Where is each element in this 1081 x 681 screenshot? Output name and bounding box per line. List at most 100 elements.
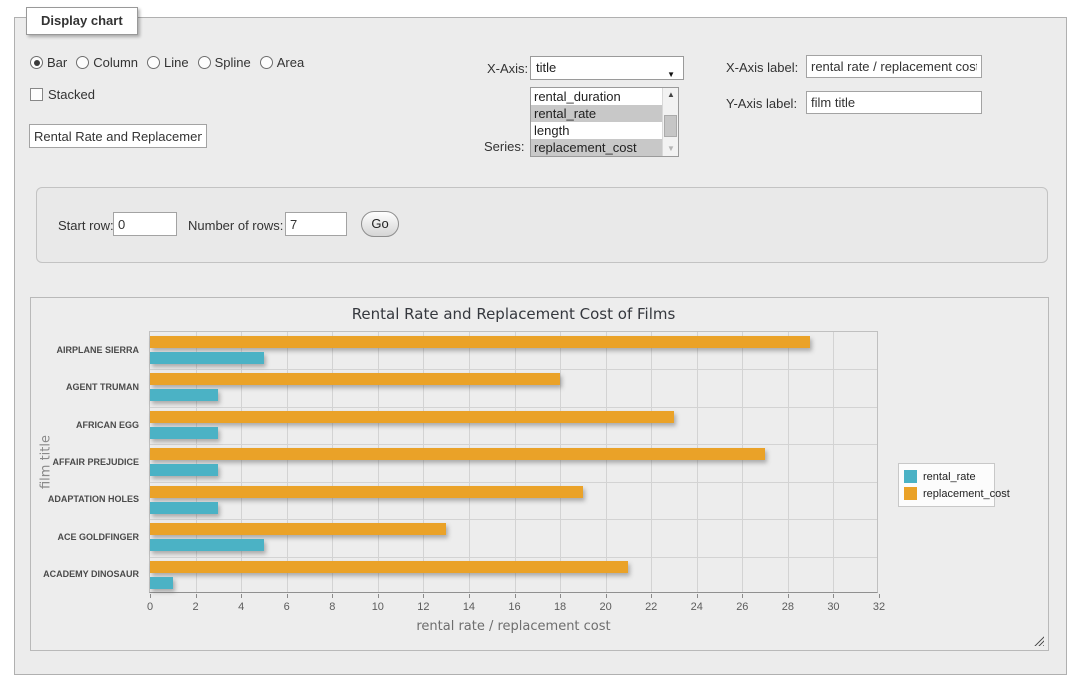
resize-handle-icon[interactable] [1034, 636, 1044, 646]
x-tick-mark [697, 594, 698, 598]
category-label: ACADEMY DINOSAUR [43, 569, 139, 579]
category-label: AFFAIR PREJUDICE [52, 457, 139, 467]
gridline [423, 332, 424, 592]
x-tick-label: 8 [329, 601, 335, 613]
bar-rental_rate [150, 577, 173, 589]
category-label: ADAPTATION HOLES [48, 494, 139, 504]
x-tick-mark [150, 594, 151, 598]
legend-swatch [904, 487, 917, 500]
dropdown-arrow-icon: ▼ [667, 64, 675, 86]
bar-replacement_cost [150, 486, 583, 498]
bar-rental_rate [150, 352, 264, 364]
bar-replacement_cost [150, 448, 765, 460]
x-tick-mark [788, 594, 789, 598]
bar-rental_rate [150, 464, 218, 476]
x-tick-label: 16 [508, 601, 520, 613]
checkbox-icon[interactable] [30, 88, 43, 101]
number-of-rows-label: Number of rows: [188, 218, 283, 233]
x-axis-select[interactable]: title ▼ [530, 56, 684, 80]
chart-type-option-bar[interactable]: Bar [30, 55, 67, 70]
legend-label: replacement_cost [923, 488, 1010, 500]
x-axis-label-input[interactable] [806, 55, 982, 78]
scroll-down-icon[interactable]: ▼ [663, 142, 679, 156]
bar-rental_rate [150, 539, 264, 551]
go-button[interactable]: Go [361, 211, 399, 237]
legend-swatch [904, 470, 917, 483]
bar-rental_rate [150, 389, 218, 401]
x-tick-label: 18 [554, 601, 566, 613]
x-axis-title: rental rate / replacement cost [149, 619, 878, 634]
chart-title-input[interactable] [29, 124, 207, 148]
display-chart-tab: Display chart [26, 7, 138, 35]
x-tick-mark [651, 594, 652, 598]
gridline [742, 332, 743, 592]
x-tick-mark [833, 594, 834, 598]
category-label: AIRPLANE SIERRA [56, 345, 139, 355]
x-tick-mark [469, 594, 470, 598]
gridline [697, 332, 698, 592]
screen: Display chart Bar Column Line Spline Area St… [0, 0, 1081, 681]
radio-icon[interactable] [198, 56, 211, 69]
gridline [788, 332, 789, 592]
series-option[interactable]: rental_duration [531, 88, 662, 105]
category-label: ACE GOLDFINGER [57, 532, 139, 542]
x-tick-mark [287, 594, 288, 598]
bar-replacement_cost [150, 561, 628, 573]
series-option[interactable]: length [531, 122, 662, 139]
radio-icon[interactable] [147, 56, 160, 69]
legend-item: replacement_cost [904, 485, 989, 502]
x-tick-mark [196, 594, 197, 598]
gridline [378, 332, 379, 592]
x-tick-label: 28 [782, 601, 794, 613]
gridline [150, 369, 877, 370]
legend-label: rental_rate [923, 471, 976, 483]
y-axis-label-field-label: Y-Axis label: [726, 96, 797, 111]
x-tick-mark [332, 594, 333, 598]
gridline [150, 482, 877, 483]
y-axis-label-input[interactable] [806, 91, 982, 114]
x-tick-label: 26 [736, 601, 748, 613]
x-tick-label: 14 [463, 601, 475, 613]
series-listbox[interactable]: ▲ ▼ rental_durationrental_ratelengthrepl… [530, 87, 679, 157]
gridline [606, 332, 607, 592]
series-select-label: Series: [484, 139, 524, 154]
category-label: AGENT TRUMAN [66, 382, 139, 392]
stacked-label: Stacked [48, 87, 95, 102]
number-of-rows-input[interactable] [285, 212, 347, 236]
scroll-up-icon[interactable]: ▲ [663, 88, 679, 102]
chart-container: Rental Rate and Replacement Cost of Film… [30, 297, 1049, 651]
x-tick-mark [742, 594, 743, 598]
x-tick-mark [560, 594, 561, 598]
gridline [833, 332, 834, 592]
radio-icon[interactable] [30, 56, 43, 69]
series-option[interactable]: replacement_cost [531, 139, 662, 156]
x-tick-label: 12 [417, 601, 429, 613]
chart-type-option-column[interactable]: Column [76, 55, 138, 70]
radio-icon[interactable] [260, 56, 273, 69]
chart-type-option-area[interactable]: Area [260, 55, 304, 70]
legend: rental_rate replacement_cost [898, 463, 995, 507]
chart-type-label: Column [93, 55, 138, 70]
chart-type-label: Line [164, 55, 189, 70]
chart-title: Rental Rate and Replacement Cost of Film… [149, 305, 878, 323]
scrollbar-thumb[interactable] [664, 115, 677, 137]
gridline [150, 519, 877, 520]
legend-item: rental_rate [904, 468, 989, 485]
bar-rental_rate [150, 502, 218, 514]
series-option[interactable]: rental_rate [531, 105, 662, 122]
bar-rental_rate [150, 427, 218, 439]
series-list-scrollbar[interactable]: ▲ ▼ [662, 88, 678, 156]
chart-type-option-spline[interactable]: Spline [198, 55, 251, 70]
x-tick-mark [606, 594, 607, 598]
x-tick-mark [378, 594, 379, 598]
chart-type-option-line[interactable]: Line [147, 55, 189, 70]
start-row-input[interactable] [113, 212, 177, 236]
x-tick-label: 10 [372, 601, 384, 613]
x-tick-label: 32 [873, 601, 885, 613]
stacked-option[interactable]: Stacked [30, 87, 95, 102]
gridline [515, 332, 516, 592]
radio-icon[interactable] [76, 56, 89, 69]
x-tick-mark [241, 594, 242, 598]
gridline [332, 332, 333, 592]
x-tick-mark [515, 594, 516, 598]
